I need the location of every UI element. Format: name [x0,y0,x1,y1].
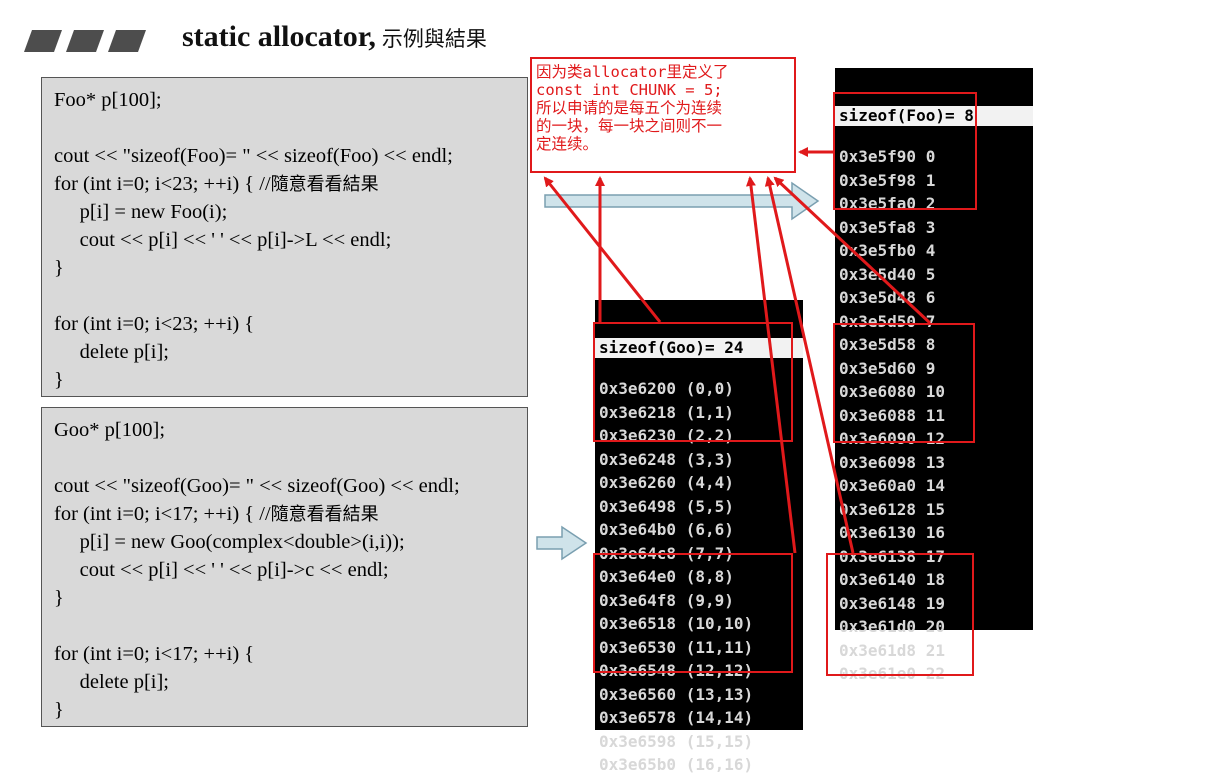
foo-chunk-3-highlight [833,323,975,443]
note-line: const int CHUNK = 5; [536,81,723,99]
chunk-explanation-note: 因为类allocator里定义了 const int CHUNK = 5; 所以申请… [530,57,796,173]
foo-code-line [54,114,517,142]
goo-code-line: p[i] = new Goo(complex<double>(i,i)); [54,531,405,553]
goo-console-row: 0x3e6560 (13,13) [599,684,754,704]
note-line: 所以申请的是每五个为连续 [536,99,723,117]
goo-code-line: } [54,699,64,721]
foo-chunk-1-highlight [833,92,977,210]
goo-code-line: cout << p[i] << ' ' << p[i]->c << endl; [54,559,389,581]
goo-code-line: Goo* p[100]; [54,419,166,441]
foo-console-row: 0x3e6098 13 [839,452,945,472]
goo-console-row: 0x3e6248 (3,3) [599,449,734,469]
goo-code-line [54,444,517,472]
foo-code-line: for (int i=0; i<23; ++i) { //隨意看看結果 [54,173,379,195]
goo-output-arrow-icon [536,525,588,561]
foo-code-line: p[i] = new Foo(i); [54,201,228,223]
foo-console-row: 0x3e60a0 14 [839,476,945,495]
foo-console-row: 0x3e5d48 6 [839,288,936,307]
foo-code-line: } [54,369,64,391]
goo-code-line: for (int i=0; i<17; ++i) { [54,643,255,665]
foo-output-arrow-icon [544,181,820,221]
goo-code-line: cout << "sizeof(Goo)= " << sizeof(Goo) <… [54,475,460,497]
foo-code-block: Foo* p[100]; cout << "sizeof(Foo)= " << s… [41,77,528,397]
goo-chunk-1-highlight [593,322,793,442]
goo-console-row: 0x3e6260 (4,4) [599,473,734,492]
foo-chunk-5-highlight [826,553,974,676]
foo-code-line: Foo* p[100]; [54,89,162,111]
foo-code-line: delete p[i]; [54,341,169,363]
slide-title-main: static allocator, [182,20,376,53]
foo-console-row: 0x3e5fb0 4 [839,241,936,260]
foo-code-line: for (int i=0; i<23; ++i) { [54,313,255,335]
title-decoration-slashes-icon [24,30,146,52]
goo-code-block: Goo* p[100]; cout << "sizeof(Goo)= " << s… [41,407,528,727]
foo-code-line [54,282,517,310]
foo-code-line: } [54,257,64,279]
note-line: 因为类allocator里定义了 [536,63,729,81]
foo-console-row: 0x3e6128 15 [839,499,945,519]
slide-title: static allocator, 示例與結果 [182,20,487,54]
goo-console-row: 0x3e6498 (5,5) [599,496,734,516]
goo-code-line: for (int i=0; i<17; ++i) { //隨意看看結果 [54,503,379,525]
note-line: 的一块，每一块之间则不一 [536,117,723,135]
goo-console-row: 0x3e6598 (15,15) [599,731,754,751]
note-line: 定连续。 [536,135,599,153]
slide-title-sub: 示例與結果 [381,27,487,51]
foo-console-row: 0x3e5d40 5 [839,264,936,284]
goo-console-row: 0x3e65b0 (16,16) [599,755,754,774]
foo-console-row: 0x3e6130 16 [839,523,945,542]
foo-code-line: cout << p[i] << ' ' << p[i]->L << endl; [54,229,392,251]
goo-code-line: delete p[i]; [54,671,169,693]
goo-console-row: 0x3e6578 (14,14) [599,708,754,727]
foo-console-row: 0x3e5fa8 3 [839,217,936,237]
goo-code-line: } [54,587,64,609]
goo-chunk-3-highlight [593,553,793,673]
goo-console-row: 0x3e64b0 (6,6) [599,520,734,539]
goo-code-line [54,612,517,640]
foo-code-line: cout << "sizeof(Foo)= " << sizeof(Foo) <… [54,145,453,167]
